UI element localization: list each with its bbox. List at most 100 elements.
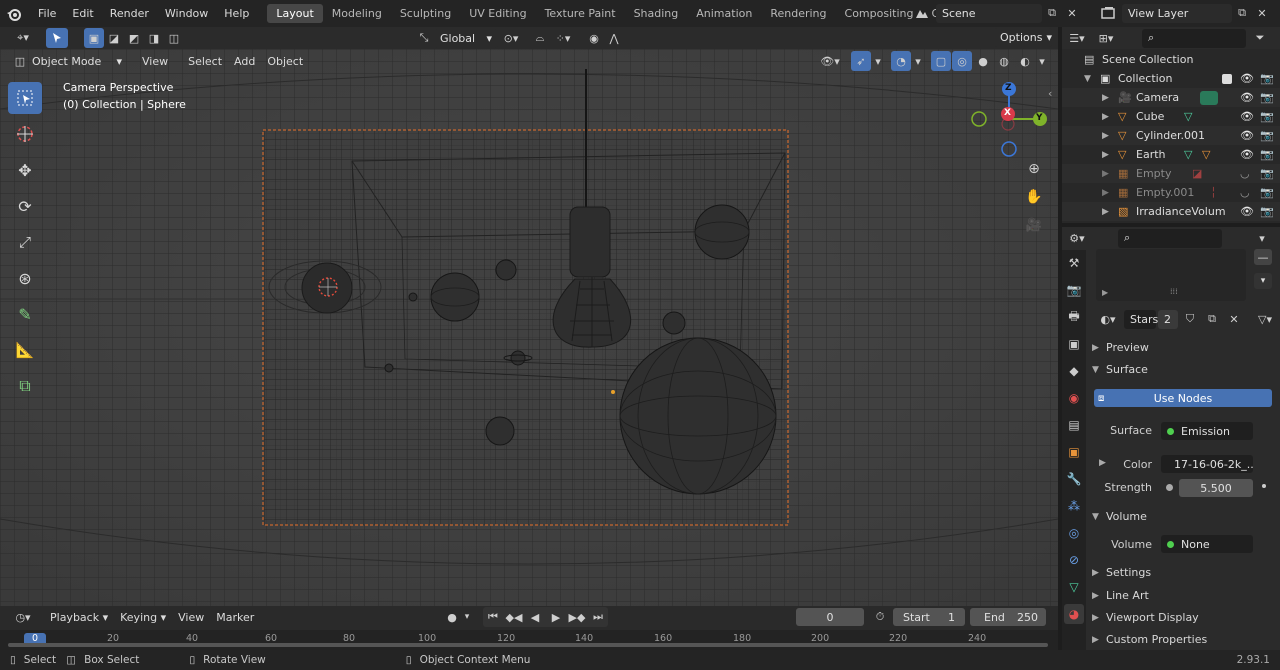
world-tab-icon[interactable]: ◉	[1064, 388, 1084, 408]
cursor-tool-icon[interactable]	[8, 118, 42, 150]
camera-view-icon[interactable]: 🎥	[1024, 215, 1044, 235]
outliner-item-empty-001[interactable]: ▶ ▦ Empty.001 ╎ ◡ 📷	[1062, 183, 1280, 202]
current-frame-input[interactable]: 0	[796, 608, 864, 626]
viewport-menu-add[interactable]: Add	[228, 55, 261, 68]
delete-scene-icon[interactable]: ✕	[1062, 3, 1082, 23]
end-frame-input[interactable]: End 250	[970, 608, 1046, 626]
outliner-item-earth[interactable]: ▶ ▽ Earth ▽ ▽ 👁 📷	[1062, 145, 1280, 164]
panel-surface[interactable]: ▼ Surface	[1092, 359, 1276, 380]
surface-shader-field[interactable]: Emission	[1161, 422, 1253, 440]
list-expand-icon[interactable]: ▶	[1102, 288, 1108, 297]
outliner-item-cube[interactable]: ▶ ▽ Cube ▽ 👁 📷	[1062, 107, 1280, 126]
timeline-scrollbar[interactable]	[8, 643, 1048, 647]
selection-mode-group[interactable]: ▣ ◪ ◩ ◨ ◫	[84, 28, 184, 48]
play-icon[interactable]: ▶	[546, 607, 566, 627]
menu-edit[interactable]: Edit	[64, 7, 101, 20]
delete-view-layer-icon[interactable]: ✕	[1252, 3, 1272, 23]
move-tool-icon[interactable]: ✥	[8, 154, 42, 186]
empty-hidden-icon[interactable]: ◡	[1240, 167, 1250, 180]
color-texture-field[interactable]: 17-16-06-2k_...	[1161, 455, 1253, 473]
empty-001-hidden-icon[interactable]: ◡	[1240, 186, 1250, 199]
timeline-menu-view[interactable]: View	[172, 611, 210, 624]
panel-volume[interactable]: ▼ Volume	[1092, 506, 1276, 527]
material-name-field[interactable]: Stars	[1124, 309, 1158, 329]
outliner-filter-icon[interactable]: ⏷	[1250, 28, 1270, 48]
snap-icon[interactable]: ⌓	[530, 28, 550, 48]
camera-data-icon[interactable]	[1200, 90, 1218, 105]
duplicate-material-icon[interactable]: ⧉	[1202, 309, 1222, 329]
strength-input[interactable]: 5.500	[1179, 479, 1253, 497]
outliner-item-camera[interactable]: ▶ 🎥 Camera 👁 📷	[1062, 88, 1280, 107]
object-mode-dropdown[interactable]: Object Mode ▾	[30, 52, 128, 71]
irradiance-render-icon[interactable]: 📷	[1260, 205, 1274, 218]
preview-range-icon[interactable]: ⏱	[870, 607, 890, 627]
irradiance-visibility-icon[interactable]: 👁	[1240, 205, 1254, 218]
pivot-point-icon[interactable]: ⊙▾	[498, 28, 524, 48]
menu-window[interactable]: Window	[157, 7, 216, 20]
collection-checkbox[interactable]	[1222, 73, 1232, 84]
select-intersect-icon[interactable]: ◫	[164, 28, 184, 48]
outliner-collection-row[interactable]: ▼ ▣ Collection 👁 📷	[1062, 69, 1280, 88]
scene-tab-icon[interactable]: ◆	[1064, 361, 1084, 381]
pan-hand-icon[interactable]: ✋	[1024, 187, 1044, 207]
transform-tool-icon[interactable]: ⊛	[8, 262, 42, 294]
empty-render-icon[interactable]: 📷	[1260, 167, 1274, 180]
render-tab-icon[interactable]: 📷	[1064, 280, 1084, 300]
proportional-falloff-icon[interactable]: ⋀	[604, 28, 624, 48]
empty-data-icon[interactable]: ╎	[1210, 186, 1217, 199]
viewport-menu-select[interactable]: Select	[182, 55, 228, 68]
blender-logo-icon[interactable]	[4, 4, 24, 24]
use-nodes-button[interactable]: ⧈ Use Nodes	[1094, 389, 1272, 407]
collapse-arrow-icon[interactable]: ▼	[1084, 74, 1100, 84]
timeline-menu-keying[interactable]: Keying ▾	[114, 611, 172, 624]
orientation-dropdown[interactable]: Global ▾	[434, 28, 498, 48]
outliner-item-cylinder[interactable]: ▶ ▽ Cylinder.001 👁 📷	[1062, 126, 1280, 145]
collection-tab-icon[interactable]: ▤	[1064, 415, 1084, 435]
outliner-editor-type-icon[interactable]: ☰▾	[1062, 28, 1092, 48]
particles-tab-icon[interactable]: ⁂	[1064, 496, 1084, 516]
constraints-tab-icon[interactable]: ⊘	[1064, 550, 1084, 570]
add-cube-tool-icon[interactable]: ⧉	[8, 370, 42, 402]
cylinder-render-icon[interactable]: 📷	[1260, 129, 1274, 142]
panel-settings[interactable]: ▶ Settings	[1092, 562, 1276, 583]
tab-layout[interactable]: Layout	[267, 4, 323, 23]
tool-tab-icon[interactable]: ⚒	[1064, 253, 1084, 273]
zoom-icon[interactable]: ⊕	[1024, 159, 1044, 179]
gizmo-x-label[interactable]: X	[1004, 108, 1011, 118]
gizmo-z-label[interactable]: Z	[1005, 83, 1012, 93]
camera-render-icon[interactable]: 📷	[1260, 91, 1274, 104]
start-frame-input[interactable]: Start 1	[893, 608, 965, 626]
scale-tool-icon[interactable]: ⤢	[8, 226, 42, 258]
outliner-scene-collection[interactable]: ▤ Scene Collection	[1062, 50, 1280, 69]
link-options-icon[interactable]: ▽▾	[1252, 309, 1278, 329]
material-browse-icon[interactable]: ◐▾	[1094, 309, 1122, 329]
panel-custom-properties[interactable]: ▶ Custom Properties	[1092, 629, 1276, 650]
viewport-menu-object[interactable]: Object	[261, 55, 309, 68]
collection-visibility-icon[interactable]: 👁	[1240, 72, 1254, 85]
timeline-editor-type-icon[interactable]: ◷▾	[8, 607, 38, 627]
tab-modeling[interactable]: Modeling	[323, 4, 391, 23]
menu-file[interactable]: File	[30, 7, 64, 20]
tab-rendering[interactable]: Rendering	[761, 4, 835, 23]
mesh-data-icon[interactable]: ▽	[1184, 148, 1192, 161]
properties-options-icon[interactable]: ▾	[1252, 228, 1272, 248]
camera-visibility-icon[interactable]: 👁	[1240, 91, 1254, 104]
scene-icon[interactable]	[908, 3, 936, 23]
view-layer-selector[interactable]: View Layer	[1122, 3, 1232, 23]
new-scene-icon[interactable]: ⧉	[1042, 3, 1062, 23]
outliner-display-mode-icon[interactable]: ⊞▾	[1092, 28, 1120, 48]
select-subtract-icon[interactable]: ◩	[124, 28, 144, 48]
keyframe-dot-icon[interactable]	[1262, 484, 1266, 488]
panel-viewport-display[interactable]: ▶ Viewport Display	[1092, 607, 1276, 628]
collection-render-icon[interactable]: 📷	[1260, 72, 1274, 85]
rotate-tool-icon[interactable]: ⟳	[8, 190, 42, 222]
data-tab-icon[interactable]: ▽	[1064, 577, 1084, 597]
cube-visibility-icon[interactable]: 👁	[1240, 110, 1254, 123]
visibility-filter-icon[interactable]: 👁▾	[816, 51, 844, 71]
material-user-count[interactable]: 2	[1158, 309, 1178, 329]
tab-shading[interactable]: Shading	[625, 4, 688, 23]
menu-render[interactable]: Render	[102, 7, 157, 20]
mesh-data-icon[interactable]: ▽	[1184, 110, 1192, 123]
prev-keyframe-icon[interactable]: ◆◀	[504, 607, 524, 627]
gizmo-toggle-icon[interactable]: ➶	[851, 51, 871, 71]
